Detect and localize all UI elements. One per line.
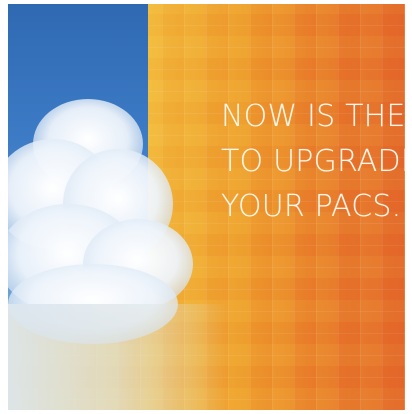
headline-line-1: NOW IS THE TIME — [221, 99, 405, 134]
headline: NOW IS THE TIME TO UPGRADE YOUR PACS. — [221, 94, 405, 229]
headline-line-3: YOUR PACS. — [221, 189, 402, 224]
upgrade-pacs-banner: NOW IS THE TIME TO UPGRADE YOUR PACS. — [8, 4, 405, 410]
headline-line-2: TO UPGRADE — [221, 144, 405, 179]
lower-haze — [8, 304, 228, 410]
